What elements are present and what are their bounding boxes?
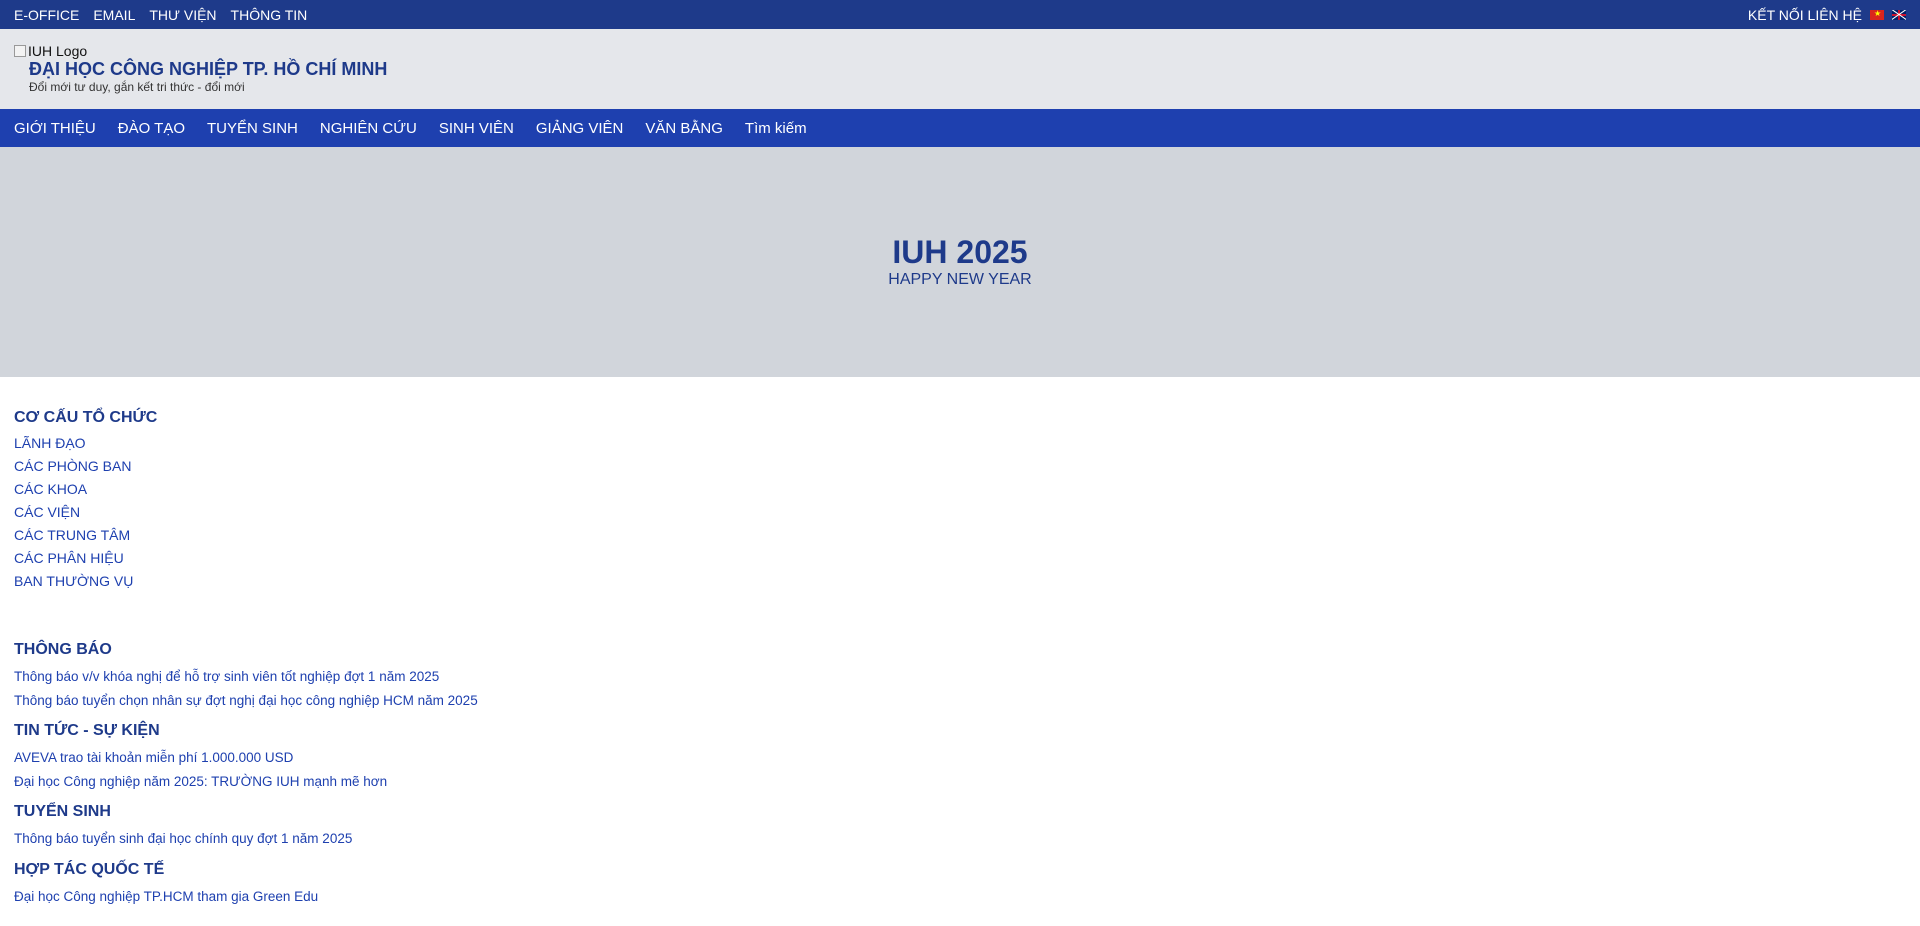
org-heading: CƠ CẤU TỔ CHỨC	[14, 409, 158, 426]
nav-item-intro[interactable]: GIỚI THIỆU	[14, 120, 96, 137]
event-link[interactable]: Đại học Công nghiệp năm 2025: TRƯỜNG IUH…	[14, 770, 1906, 794]
top-link-e-office[interactable]: E-OFFICE	[14, 7, 79, 23]
vietnam-flag-icon[interactable]	[1870, 9, 1884, 20]
top-right: KẾT NỐI LIÊN HỆ	[1748, 7, 1906, 23]
org-item-institutes[interactable]: CÁC VIỆN	[14, 501, 1906, 524]
university-name: ĐẠI HỌC CÔNG NGHIỆP TP. HỒ CHÍ MINH	[29, 59, 388, 79]
logo-alt-text: IUH Logo	[28, 43, 88, 59]
international-heading: HỢP TÁC QUỐC TẾ	[14, 860, 165, 878]
admissions-section: TUYỂN SINH Thông báo tuyển sinh đại học …	[14, 801, 1906, 851]
top-links: E-OFFICE EMAIL THƯ VIỆN THÔNG TIN	[14, 7, 307, 23]
top-link-info[interactable]: THÔNG TIN	[231, 7, 308, 23]
broken-image-icon	[14, 45, 26, 57]
org-item-branches[interactable]: CÁC PHÂN HIỆU	[14, 547, 1906, 570]
nav-item-search[interactable]: Tìm kiếm	[745, 120, 807, 137]
nav-item-diplomas[interactable]: VĂN BẰNG	[645, 120, 723, 137]
uk-flag-icon[interactable]	[1892, 9, 1906, 20]
top-link-library[interactable]: THƯ VIỆN	[149, 7, 216, 23]
announcements-section: THÔNG BÁO Thông báo v/v khóa nghị để hỗ …	[14, 639, 1906, 712]
top-link-email[interactable]: EMAIL	[93, 7, 135, 23]
announcement-link[interactable]: Thông báo tuyển chọn nhân sự đợt nghị đạ…	[14, 689, 1906, 713]
nav-item-lecturers[interactable]: GIẢNG VIÊN	[536, 120, 624, 137]
nav-item-research[interactable]: NGHIÊN CỨU	[320, 120, 417, 137]
nav-item-students[interactable]: SINH VIÊN	[439, 120, 514, 137]
org-item-faculties[interactable]: CÁC KHOA	[14, 478, 1906, 501]
contact-link[interactable]: KẾT NỐI LIÊN HỆ	[1748, 7, 1862, 23]
brand-header: IUH Logo ĐẠI HỌC CÔNG NGHIỆP TP. HỒ CHÍ …	[0, 29, 1920, 109]
nav-item-admissions[interactable]: TUYỂN SINH	[207, 120, 298, 137]
announcement-link[interactable]: Thông báo v/v khóa nghị để hỗ trợ sinh v…	[14, 665, 1906, 689]
org-item-leadership[interactable]: LÃNH ĐẠO	[14, 432, 1906, 455]
admissions-heading: TUYỂN SINH	[14, 803, 111, 820]
top-bar: E-OFFICE EMAIL THƯ VIỆN THÔNG TIN KẾT NỐ…	[0, 0, 1920, 29]
main-nav: GIỚI THIỆU ĐÀO TẠO TUYỂN SINH NGHIÊN CỨU…	[0, 109, 1920, 147]
hero-subtitle: HAPPY NEW YEAR	[888, 271, 1032, 288]
org-item-standing-committee[interactable]: BAN THƯỜNG VỤ	[14, 570, 1906, 593]
event-link[interactable]: AVEVA trao tài khoản miễn phí 1.000.000 …	[14, 746, 1906, 770]
org-item-departments[interactable]: CÁC PHÒNG BAN	[14, 455, 1906, 478]
slogan: Đổi mới tư duy, gắn kết tri thức - đổi m…	[29, 80, 245, 94]
logo[interactable]: IUH Logo	[14, 43, 1906, 59]
org-structure-section: CƠ CẤU TỔ CHỨC LÃNH ĐẠO CÁC PHÒNG BAN CÁ…	[14, 407, 1906, 593]
international-section: HỢP TÁC QUỐC TẾ Đại học Công nghiệp TP.H…	[14, 859, 1906, 909]
hero-banner: IUH 2025 HAPPY NEW YEAR	[0, 147, 1920, 377]
admissions-link[interactable]: Thông báo tuyển sinh đại học chính quy đ…	[14, 827, 1906, 851]
nav-item-training[interactable]: ĐÀO TẠO	[118, 120, 185, 137]
international-link[interactable]: Đại học Công nghiệp TP.HCM tham gia Gree…	[14, 885, 1906, 909]
news-area: THÔNG BÁO Thông báo v/v khóa nghị để hỗ …	[14, 639, 1906, 908]
hero-title: IUH 2025	[892, 234, 1028, 270]
announcements-heading: THÔNG BÁO	[14, 641, 112, 658]
events-section: TIN TỨC - SỰ KIỆN AVEVA trao tài khoản m…	[14, 720, 1906, 793]
main-content: CƠ CẤU TỔ CHỨC LÃNH ĐẠO CÁC PHÒNG BAN CÁ…	[0, 377, 1920, 908]
org-item-centers[interactable]: CÁC TRUNG TÂM	[14, 524, 1906, 547]
events-heading: TIN TỨC - SỰ KIỆN	[14, 722, 160, 739]
